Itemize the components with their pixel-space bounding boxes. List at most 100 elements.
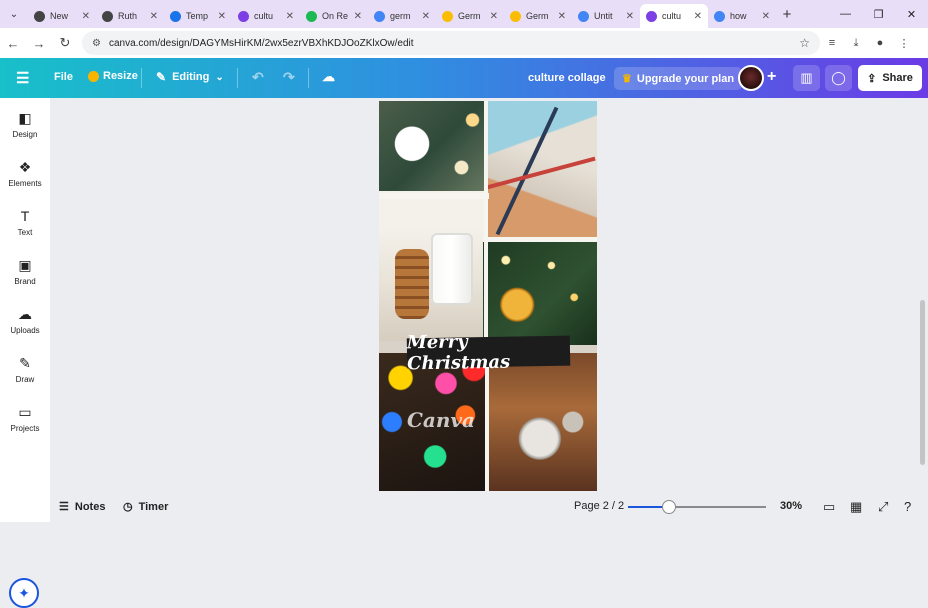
bookmark-star-icon[interactable]: ☆	[799, 36, 810, 50]
design-title[interactable]: culture collage	[528, 72, 606, 84]
scrollbar[interactable]	[920, 300, 925, 465]
avatar[interactable]	[738, 65, 764, 91]
tab-label: Germ	[458, 11, 481, 21]
browser-tab[interactable]: how ✕	[708, 4, 776, 28]
sidebar-item-label: Text	[17, 227, 33, 237]
browser-tab[interactable]: germ ✕	[368, 4, 436, 28]
add-collaborator-icon[interactable]: +	[767, 68, 776, 86]
tab-close-icon[interactable]: ✕	[694, 11, 702, 22]
projects-icon: ▭	[18, 403, 32, 420]
divider	[308, 68, 309, 88]
tab-label: germ	[390, 11, 411, 21]
forward-icon[interactable]: →	[26, 36, 52, 51]
tab-label: Untit	[594, 11, 613, 21]
snowflake-photo[interactable]	[379, 101, 489, 196]
browser-tab[interactable]: Ruth ✕	[96, 4, 164, 28]
sidebar-item-design[interactable]: ◧ Design	[0, 102, 50, 146]
url-field[interactable]: ⚙ canva.com/design/DAGYMsHirKM/2wx5ezrVB…	[82, 31, 820, 55]
page-view-icon[interactable]: ▭	[823, 499, 835, 515]
reload-icon[interactable]: ↻	[52, 35, 78, 51]
close-window-icon[interactable]: ✕	[895, 8, 928, 21]
resize-button[interactable]: Resize	[88, 70, 138, 82]
tab-close-icon[interactable]: ✕	[490, 11, 498, 22]
upgrade-plan-button[interactable]: ♛ Upgrade your plan	[614, 67, 743, 90]
tab-favicon-icon	[442, 10, 453, 22]
crown-icon	[88, 70, 99, 82]
browser-tab[interactable]: Germ ✕	[436, 4, 504, 28]
comments-icon[interactable]: ◯	[825, 65, 852, 91]
tab-close-icon[interactable]: ✕	[354, 11, 362, 22]
tab-close-icon[interactable]: ✕	[762, 11, 770, 22]
tab-close-icon[interactable]: ✕	[558, 11, 566, 22]
browser-tab[interactable]: Temp ✕	[164, 4, 232, 28]
address-bar-row: ← → ↻ ⚙ canva.com/design/DAGYMsHirKM/2wx…	[0, 28, 928, 58]
browser-tab[interactable]: Germ ✕	[504, 4, 572, 28]
divider	[237, 68, 238, 88]
browser-tab-strip: ⌄ New ✕ Ruth ✕ Temp ✕ cultu ✕ On Re ✕ germ ✕ Germ ✕ Ge…	[0, 0, 928, 28]
restore-icon[interactable]: ❐	[862, 8, 895, 21]
browser-tab[interactable]: cultu ✕	[640, 4, 708, 28]
redo-icon[interactable]: ↷	[283, 69, 295, 86]
download-icon[interactable]: ⤓	[844, 37, 868, 50]
text-banner[interactable]: Merry Christmas	[407, 331, 571, 374]
sidebar-item-text[interactable]: T Text	[0, 200, 50, 244]
zoom-slider[interactable]	[628, 500, 766, 514]
undo-icon[interactable]: ↶	[252, 69, 264, 86]
share-button[interactable]: ⇪ Share	[858, 65, 922, 91]
grid-view-icon[interactable]: ▦	[850, 499, 862, 515]
site-info-icon[interactable]: ⚙	[92, 38, 101, 49]
menu-icon[interactable]: ☰	[16, 69, 29, 87]
tab-favicon-icon	[238, 10, 249, 22]
insights-icon[interactable]: ▥	[793, 65, 820, 91]
tab-close-icon[interactable]: ✕	[218, 11, 226, 22]
extension-icon[interactable]: ●	[868, 37, 892, 49]
tab-close-icon[interactable]: ✕	[422, 11, 430, 22]
silver-baubles-photo[interactable]	[487, 353, 597, 491]
editor-bottom-bar: ☰ Notes ◷ Timer Page 2 / 2 30% ▭ ▦ ⤢ ?	[50, 492, 928, 522]
browser-tab[interactable]: On Re ✕	[300, 4, 368, 28]
sidebar-item-uploads[interactable]: ☁ Uploads	[0, 298, 50, 342]
browser-menu-icon[interactable]: ⋮	[892, 37, 916, 50]
editing-mode-dropdown[interactable]: ✎ Editing ⌄	[156, 70, 224, 84]
sidebar-item-elements[interactable]: ❖ Elements	[0, 151, 50, 195]
page-indicator[interactable]: Page 2 / 2	[574, 500, 624, 512]
notes-button[interactable]: ☰ Notes	[59, 500, 105, 514]
tab-close-icon[interactable]: ✕	[286, 11, 294, 22]
help-icon[interactable]: ?	[904, 499, 911, 514]
chevron-down-icon: ⌄	[215, 71, 224, 83]
tab-close-icon[interactable]: ✕	[150, 11, 158, 22]
minimize-icon[interactable]: —	[829, 8, 862, 20]
divider	[141, 68, 142, 88]
browser-tab[interactable]: cultu ✕	[232, 4, 300, 28]
zoom-level[interactable]: 30%	[780, 500, 802, 512]
timer-icon: ◷	[123, 501, 133, 513]
zoom-slider-handle[interactable]	[662, 500, 677, 514]
tab-label: how	[730, 11, 747, 21]
sidebar-item-label: Draw	[15, 374, 35, 384]
fullscreen-icon[interactable]: ⤢	[878, 499, 888, 515]
magic-sparkle-icon[interactable]: ✦	[9, 578, 39, 608]
file-menu[interactable]: File	[54, 71, 73, 83]
timer-button[interactable]: ◷ Timer	[123, 500, 168, 514]
ribbon	[486, 156, 596, 190]
browser-tab[interactable]: Untit ✕	[572, 4, 640, 28]
tab-label: Germ	[526, 11, 549, 21]
sidebar-item-draw[interactable]: ✎ Draw	[0, 347, 50, 391]
tab-close-icon[interactable]: ✕	[626, 11, 634, 22]
tab-favicon-icon	[578, 10, 589, 22]
tab-search-icon[interactable]: ⌄	[0, 0, 28, 28]
tab-close-icon[interactable]: ✕	[82, 11, 90, 22]
upgrade-label: Upgrade your plan	[636, 72, 735, 85]
design-page-collage[interactable]	[379, 101, 597, 491]
milk-and-cookies-photo[interactable]	[379, 191, 487, 341]
resize-label: Resize	[103, 70, 138, 82]
sidebar-item-projects[interactable]: ▭ Projects	[0, 396, 50, 440]
cloud-save-icon[interactable]: ☁	[322, 69, 335, 85]
new-tab-button[interactable]: +	[776, 6, 798, 23]
back-icon[interactable]: ←	[0, 36, 26, 51]
sidebar-item-brand[interactable]: ▣ Brand	[0, 249, 50, 293]
media-icon[interactable]: ≡	[820, 37, 844, 49]
sidebar-item-label: Projects	[10, 423, 40, 433]
browser-tab[interactable]: New ✕	[28, 4, 96, 28]
gift-boxes-photo[interactable]	[485, 101, 597, 241]
